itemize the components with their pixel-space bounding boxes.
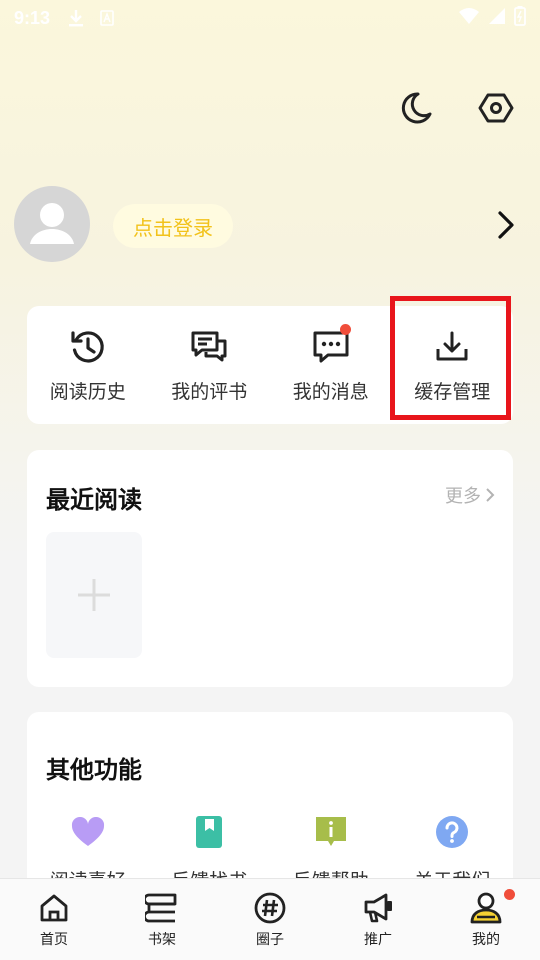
info-message-icon (311, 812, 351, 852)
home-icon (37, 891, 71, 925)
bookshelf-icon (145, 891, 179, 925)
plus-icon (78, 579, 110, 611)
nav-circle[interactable]: 圈子 (216, 879, 324, 960)
nav-circle-label: 圈子 (256, 932, 284, 948)
night-mode-button[interactable] (396, 88, 436, 128)
recent-reading-card: 最近阅读 更多 (27, 450, 513, 687)
settings-button[interactable] (476, 88, 516, 128)
nav-home-label: 首页 (40, 932, 68, 948)
add-book-tile[interactable] (46, 532, 142, 658)
reading-history-button[interactable]: 阅读历史 (27, 306, 149, 424)
settings-hex-icon (478, 93, 514, 123)
nav-mine-badge (504, 889, 515, 900)
header-actions (396, 88, 516, 128)
my-reviews-button[interactable]: 我的评书 (149, 306, 271, 424)
nav-bookshelf-label: 书架 (148, 932, 176, 948)
avatar[interactable] (14, 186, 90, 262)
profile-arrow-button[interactable] (494, 210, 518, 240)
history-icon (68, 327, 108, 367)
my-messages-label: 我的消息 (292, 380, 369, 403)
message-badge (340, 324, 351, 335)
bookmark-book-icon (189, 812, 229, 852)
question-icon (432, 812, 472, 852)
other-functions-card: 其他功能 阅读喜好 反馈找书 反馈帮助 关于我们 (27, 712, 513, 902)
status-bar: 9:13 (0, 0, 540, 36)
nav-promote-label: 推广 (364, 932, 392, 948)
recent-reading-title: 最近阅读 (46, 486, 142, 514)
highlight-box (390, 296, 511, 420)
wifi-icon (458, 7, 480, 30)
battery-icon (514, 5, 526, 31)
download-status-icon (68, 9, 84, 27)
profile-icon (469, 891, 503, 925)
notification-a-icon (100, 10, 114, 26)
nav-mine-label: 我的 (472, 932, 500, 948)
login-button[interactable]: 点击登录 (113, 204, 233, 248)
reading-history-label: 阅读历史 (49, 380, 126, 403)
more-label: 更多 (445, 486, 481, 507)
chevron-right-icon (498, 211, 514, 239)
nav-mine[interactable]: 我的 (432, 879, 540, 960)
default-avatar-icon (30, 203, 74, 244)
chevron-right-small-icon (486, 488, 495, 502)
megaphone-icon (361, 891, 395, 925)
cellular-icon (488, 7, 506, 30)
hashtag-icon (253, 891, 287, 925)
more-link[interactable]: 更多 (445, 482, 495, 508)
heart-icon (68, 812, 108, 852)
status-time: 9:13 (14, 7, 51, 28)
nav-home[interactable]: 首页 (0, 879, 108, 960)
my-reviews-label: 我的评书 (171, 380, 248, 403)
moon-icon (401, 92, 432, 124)
nav-promote[interactable]: 推广 (324, 879, 432, 960)
comments-icon (189, 327, 229, 367)
other-functions-title: 其他功能 (46, 756, 142, 784)
bottom-nav: 首页 书架 圈子 推广 我的 (0, 878, 540, 960)
my-messages-button[interactable]: 我的消息 (270, 306, 392, 424)
nav-bookshelf[interactable]: 书架 (108, 879, 216, 960)
